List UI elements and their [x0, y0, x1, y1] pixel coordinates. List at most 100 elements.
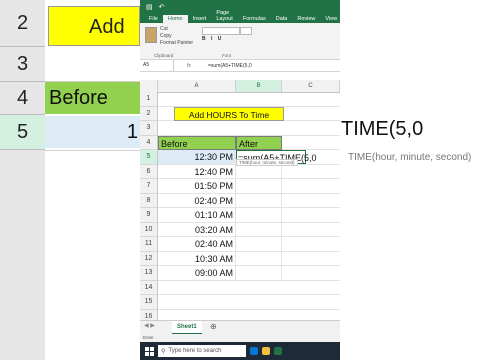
table-row: 12:40 PM	[158, 164, 340, 179]
bg-formula-fragment: TIME(5,0	[341, 118, 424, 140]
tab-file[interactable]: File	[144, 15, 163, 23]
tab-view[interactable]: View	[320, 15, 340, 23]
tab-data[interactable]: Data	[271, 15, 293, 23]
time-cell[interactable]: 01:10 AM	[158, 208, 236, 222]
taskbar: ⚲ Type here to search	[140, 342, 340, 360]
after-cell[interactable]	[236, 179, 282, 193]
header-before-cell[interactable]: Before	[158, 135, 236, 150]
add-sheet-icon[interactable]: ⊕	[210, 322, 217, 331]
row-header[interactable]: 6	[140, 164, 158, 179]
cut-button[interactable]: Cut	[160, 26, 168, 32]
table-row: 03:20 AM	[158, 222, 340, 237]
table-row	[158, 92, 340, 107]
table-row	[158, 295, 340, 310]
bg-add-cell: Add	[48, 6, 140, 46]
cell-area: Add HOURS To Time Before After 12:30 PM …	[158, 92, 340, 324]
bold-italic-underline-buttons[interactable]: B I U	[202, 36, 223, 42]
select-all-corner[interactable]	[140, 80, 158, 92]
after-cell[interactable]	[236, 222, 282, 237]
tab-page-layout[interactable]: Page Layout	[211, 9, 238, 23]
bg-tooltip-fragment: TIME(hour, minute, second)	[348, 152, 472, 163]
table-row: 01:10 AM	[158, 208, 340, 223]
header-after-cell[interactable]: After	[236, 135, 282, 150]
time-cell[interactable]: 12:40 PM	[158, 164, 236, 179]
save-icon[interactable]: ▤	[146, 3, 153, 11]
row-header[interactable]: 12	[140, 251, 158, 266]
row-header[interactable]: 10	[140, 222, 158, 237]
sheet-tab[interactable]: Sheet1	[172, 321, 202, 335]
taskbar-search-placeholder: Type here to search	[168, 348, 222, 354]
bg-row-header-blank	[0, 150, 45, 360]
font-size-box[interactable]	[240, 27, 252, 35]
row-header[interactable]: 7	[140, 179, 158, 194]
table-row	[158, 281, 340, 295]
font-name-box[interactable]	[202, 27, 240, 35]
row-header[interactable]: 5	[140, 150, 158, 165]
bg-row-header: 3	[0, 47, 45, 82]
row-header[interactable]: 4	[140, 135, 158, 150]
tab-home[interactable]: Home	[162, 15, 188, 23]
time-cell[interactable]: 12:30 PM	[158, 150, 236, 164]
column-header-a[interactable]: A	[158, 80, 236, 92]
row-header[interactable]: 13	[140, 266, 158, 281]
table-row: 02:40 AM	[158, 237, 340, 252]
name-box[interactable]: A5	[140, 60, 174, 71]
bg-row-header: 5	[0, 115, 45, 150]
undo-icon[interactable]: ↶	[159, 3, 165, 11]
title-bar: ▤ ↶	[140, 0, 340, 13]
bg-gridline	[45, 150, 140, 151]
table-row: Before After	[158, 135, 340, 150]
after-cell[interactable]	[236, 251, 282, 266]
font-group-label: Font	[222, 53, 232, 58]
row-header[interactable]: 9	[140, 208, 158, 223]
table-row: Add HOURS To Time	[158, 106, 340, 121]
time-cell[interactable]: 10:30 AM	[158, 251, 236, 266]
taskbar-search[interactable]: ⚲ Type here to search	[158, 345, 246, 357]
tab-insert[interactable]: Insert	[188, 15, 212, 23]
row-header[interactable]: 14	[140, 280, 158, 295]
tab-review[interactable]: Review	[292, 15, 320, 23]
sheet-nav-arrows-icon[interactable]: ◀ ▶	[144, 322, 155, 329]
after-cell[interactable]	[236, 237, 282, 251]
column-header-c[interactable]: C	[282, 80, 340, 92]
excel-taskbar-icon[interactable]	[274, 347, 282, 355]
row-header[interactable]: 11	[140, 237, 158, 252]
time-cell[interactable]: 01:50 PM	[158, 179, 236, 193]
after-cell[interactable]	[236, 164, 282, 179]
formula-input[interactable]: =sum(A5+TIME(5,0	[204, 63, 252, 69]
bg-right-area	[340, 0, 480, 360]
after-cell[interactable]	[236, 193, 282, 208]
row-header[interactable]: 15	[140, 295, 158, 310]
paste-icon[interactable]	[145, 27, 157, 43]
table-row: 09:00 AM	[158, 266, 340, 281]
format-painter-button[interactable]: Format Painter	[160, 40, 193, 46]
bg-before-cell: Before	[45, 82, 140, 114]
after-cell[interactable]	[236, 208, 282, 222]
fx-icon[interactable]: fx	[174, 63, 204, 69]
edge-icon[interactable]	[250, 347, 258, 355]
time-cell[interactable]: 02:40 AM	[158, 237, 236, 251]
bg-row-header: 4	[0, 82, 45, 115]
bg-selected-cell: 1	[45, 116, 140, 148]
column-header-b[interactable]: B	[236, 80, 282, 92]
worksheet-grid: A B C 123456789101112131415161718 Add HO…	[140, 80, 340, 353]
row-header[interactable]: 1	[140, 92, 158, 107]
copy-button[interactable]: Copy	[160, 33, 172, 39]
excel-window: ▤ ↶ File Home Insert Page Layout Formula…	[140, 0, 340, 360]
tab-formulas[interactable]: Formulas	[238, 15, 271, 23]
windows-start-icon[interactable]	[145, 346, 154, 356]
ribbon-tabs: File Home Insert Page Layout Formulas Da…	[140, 10, 340, 23]
time-cell[interactable]: 03:20 AM	[158, 222, 236, 237]
bg-row-header: 2	[0, 0, 45, 47]
after-cell[interactable]	[236, 266, 282, 280]
title-cell[interactable]: Add HOURS To Time	[174, 106, 284, 121]
search-icon: ⚲	[161, 348, 166, 355]
time-cell[interactable]: 02:40 PM	[158, 193, 236, 208]
row-headers: 123456789101112131415161718	[140, 92, 158, 353]
row-header[interactable]: 8	[140, 193, 158, 208]
ribbon: Cut Copy Format Painter Clipboard B I U …	[140, 23, 340, 60]
row-header[interactable]: 2	[140, 106, 158, 121]
file-explorer-icon[interactable]	[262, 347, 270, 355]
row-header[interactable]: 3	[140, 121, 158, 136]
time-cell[interactable]: 09:00 AM	[158, 266, 236, 280]
